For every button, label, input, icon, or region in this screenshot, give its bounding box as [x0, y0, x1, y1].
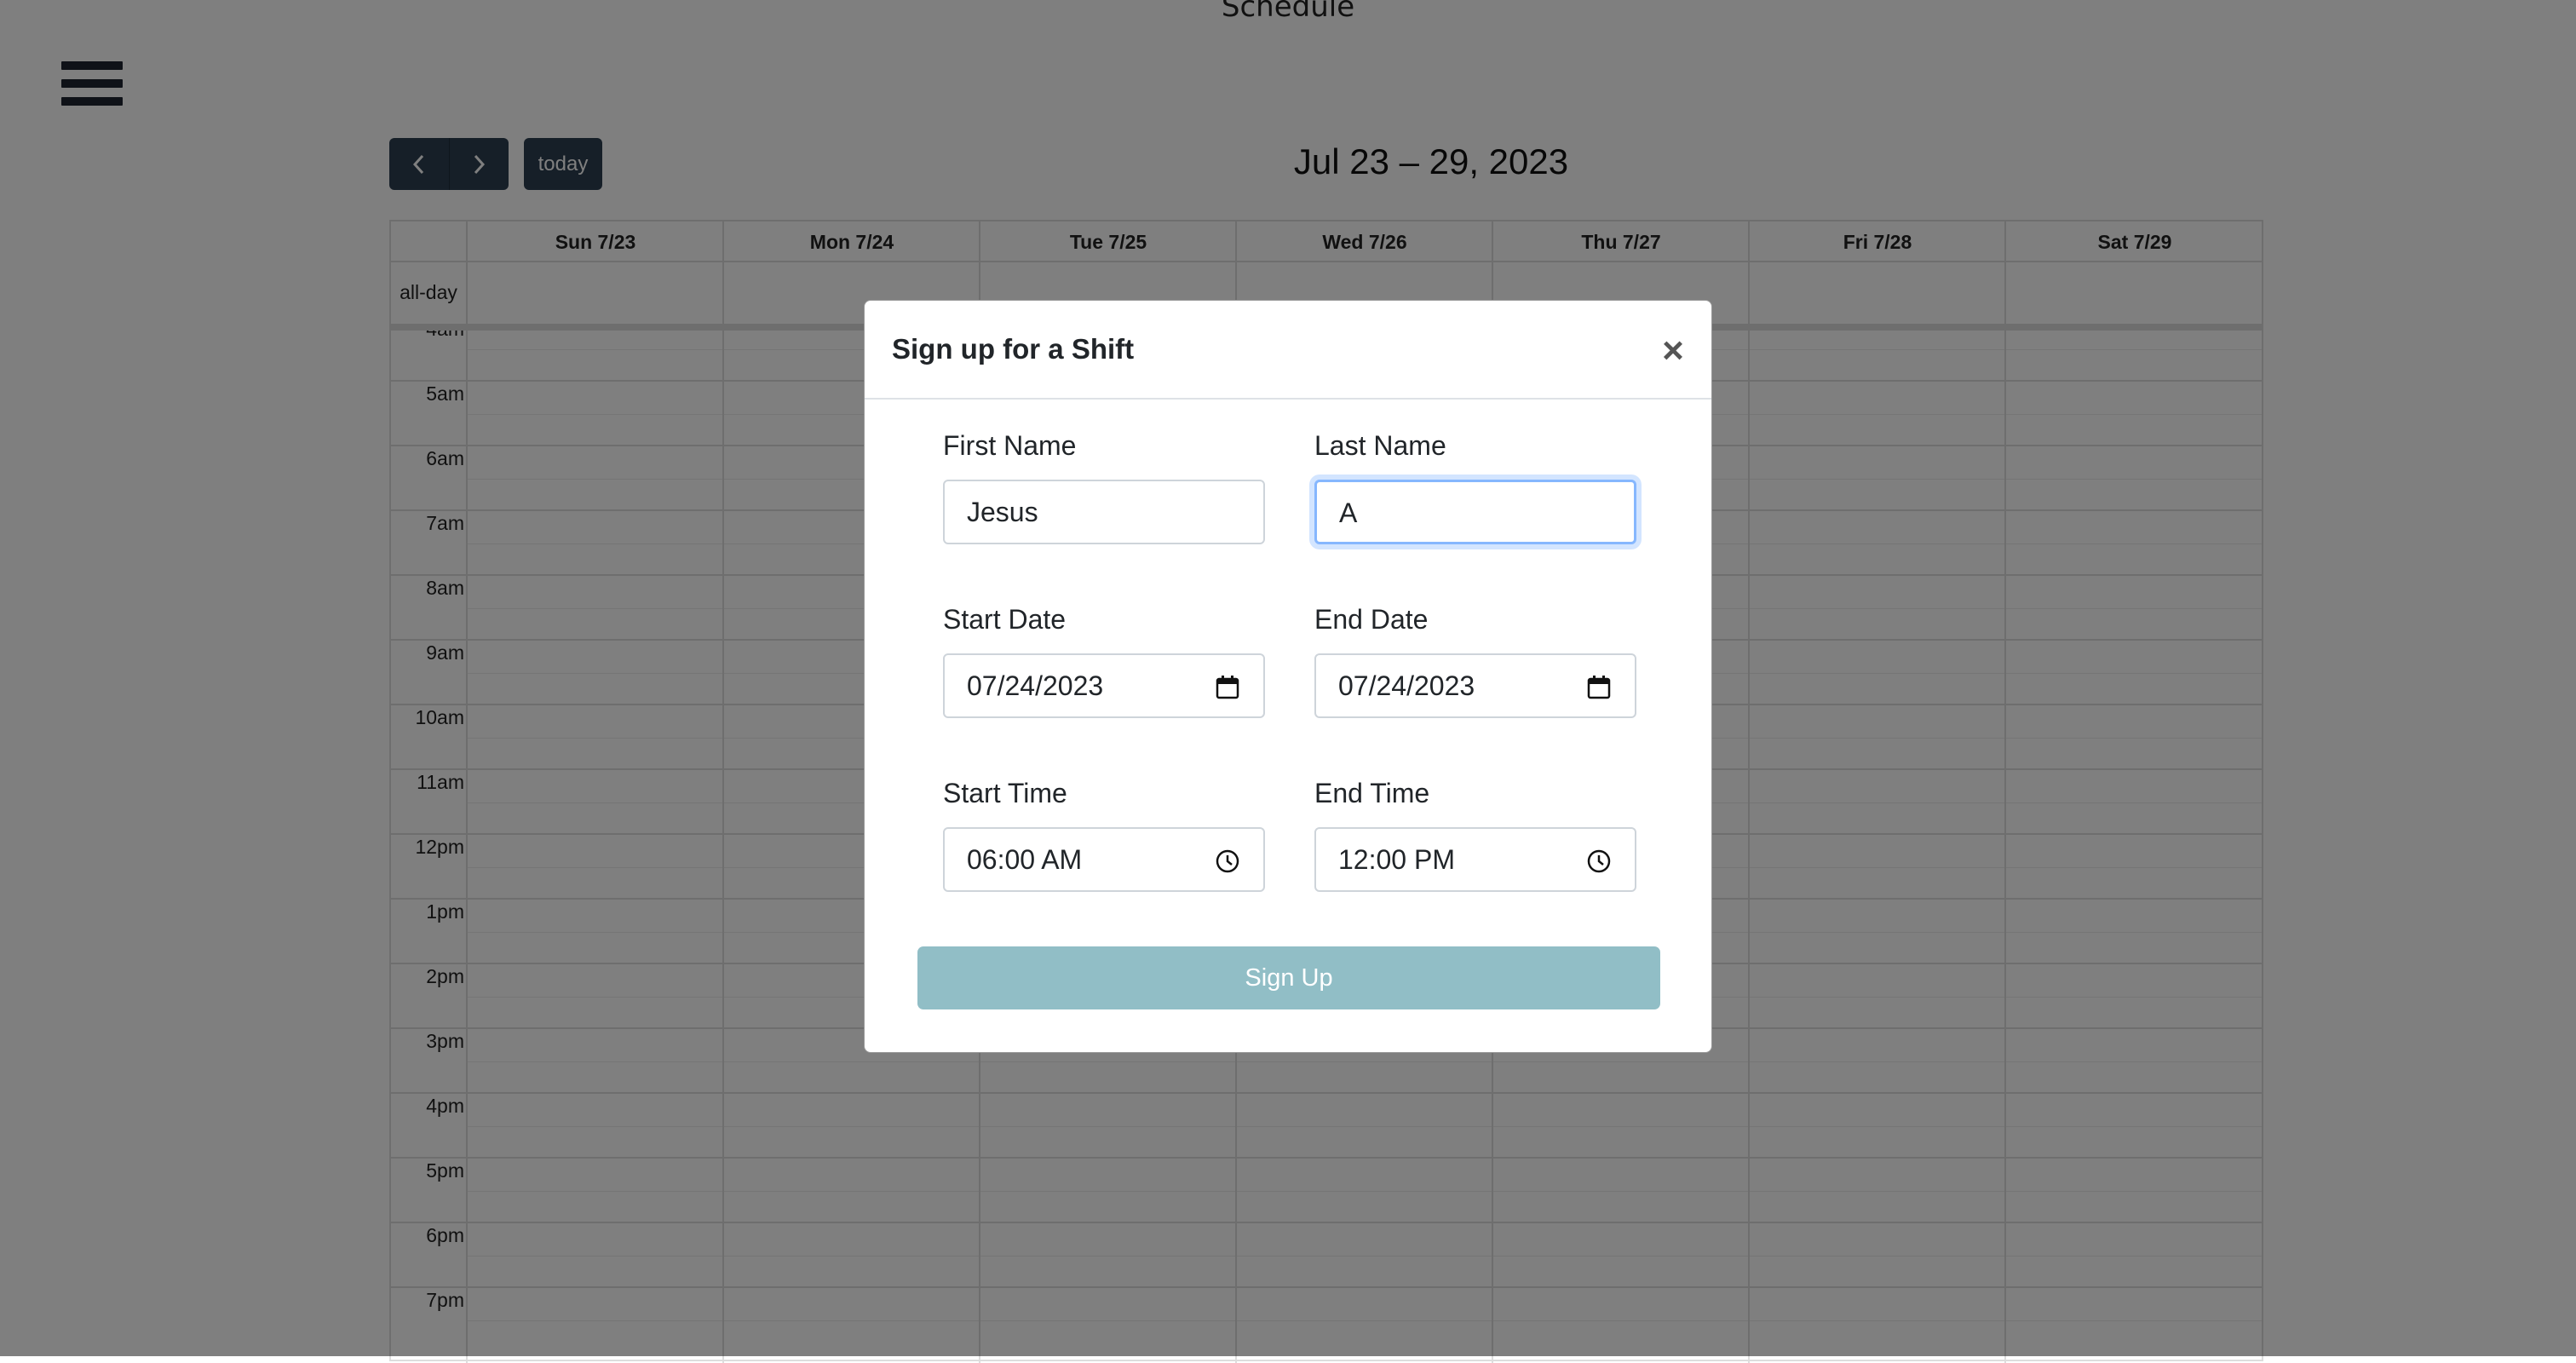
modal-title: Sign up for a Shift: [892, 333, 1135, 365]
start-date-value: 07/24/2023: [967, 670, 1104, 701]
first-name-label: First Name: [943, 430, 1077, 461]
calendar-icon[interactable]: [1585, 674, 1613, 701]
clock-icon[interactable]: [1585, 848, 1613, 875]
start-date-label: Start Date: [943, 604, 1067, 635]
last-name-label: Last Name: [1314, 430, 1446, 461]
clock-icon[interactable]: [1214, 848, 1241, 875]
start-time-field[interactable]: 06:00 AM: [943, 827, 1265, 892]
end-time-field[interactable]: 12:00 PM: [1314, 827, 1636, 892]
modal-header: Sign up for a Shift ×: [865, 301, 1711, 400]
last-name-field[interactable]: A: [1314, 480, 1636, 544]
end-time-label: End Time: [1314, 778, 1430, 808]
end-date-value: 07/24/2023: [1338, 670, 1475, 701]
end-date-label: End Date: [1314, 604, 1429, 635]
signup-modal: Sign up for a Shift × First Name Jesus L…: [864, 300, 1712, 1053]
start-time-label: Start Time: [943, 778, 1067, 808]
start-time-value: 06:00 AM: [967, 844, 1083, 875]
calendar-icon[interactable]: [1214, 674, 1241, 701]
close-icon[interactable]: ×: [1657, 332, 1689, 370]
sign-up-button[interactable]: Sign Up: [917, 946, 1660, 1009]
first-name-field[interactable]: Jesus: [943, 480, 1265, 544]
end-date-field[interactable]: 07/24/2023: [1314, 653, 1636, 718]
end-time-value: 12:00 PM: [1338, 844, 1455, 875]
start-date-field[interactable]: 07/24/2023: [943, 653, 1265, 718]
